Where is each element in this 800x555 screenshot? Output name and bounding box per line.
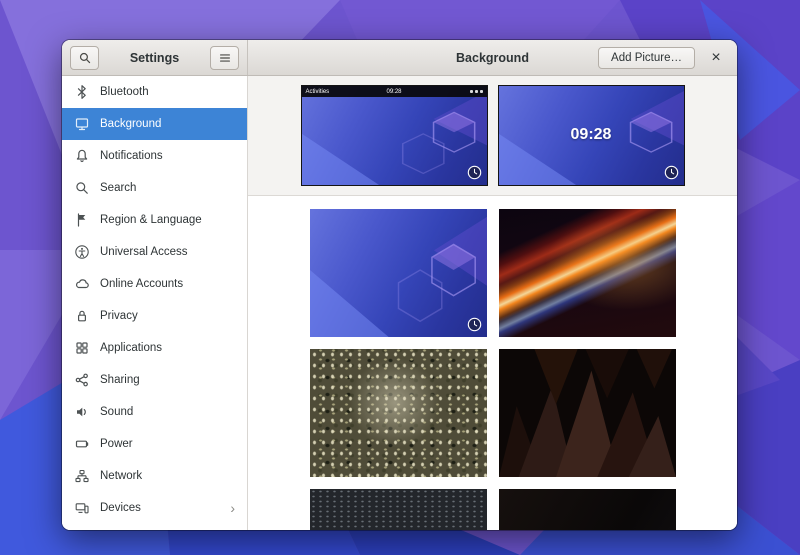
sidebar-item-privacy[interactable]: Privacy bbox=[62, 300, 247, 332]
universal-access-icon bbox=[74, 244, 90, 260]
sidebar-item-label: Background bbox=[100, 118, 235, 130]
sidebar-item-label: Notifications bbox=[100, 150, 235, 162]
headerbar-sidebar-section: Settings bbox=[62, 40, 248, 75]
notifications-bell-icon bbox=[74, 148, 90, 164]
current-previews-section: Activities 09:28 bbox=[248, 76, 737, 196]
sidebar-item-bluetooth[interactable]: Bluetooth bbox=[62, 76, 247, 108]
sidebar-item-label: Region & Language bbox=[100, 214, 235, 226]
window-title: Settings bbox=[105, 51, 204, 65]
sidebar-item-label: Sharing bbox=[100, 374, 235, 386]
add-picture-button[interactable]: Add Picture… bbox=[598, 47, 695, 69]
clock-badge-icon bbox=[664, 165, 679, 180]
applications-grid-icon bbox=[74, 340, 90, 356]
wallpaper-thumb-dark-leaves[interactable] bbox=[499, 349, 676, 477]
hamburger-menu-icon bbox=[218, 51, 232, 65]
speaker-icon bbox=[74, 404, 90, 420]
close-button[interactable]: × bbox=[705, 47, 727, 69]
sidebar-item-sound[interactable]: Sound bbox=[62, 396, 247, 428]
flag-icon bbox=[74, 212, 90, 228]
sidebar-item-notifications[interactable]: Notifications bbox=[62, 140, 247, 172]
sidebar-item-online-accounts[interactable]: Online Accounts bbox=[62, 268, 247, 300]
sidebar-item-applications[interactable]: Applications bbox=[62, 332, 247, 364]
desktop-background-preview[interactable]: Activities 09:28 bbox=[301, 85, 488, 186]
devices-icon bbox=[74, 500, 90, 516]
search-toggle-button[interactable] bbox=[70, 46, 99, 70]
headerbar-content-section: Background Add Picture… × bbox=[248, 40, 737, 75]
search-icon bbox=[74, 180, 90, 196]
wallpaper-thumb-aerial-forest[interactable] bbox=[310, 349, 487, 477]
headerbar-search-icon bbox=[78, 51, 92, 65]
lock-screen-preview[interactable]: 09:28 bbox=[498, 85, 685, 186]
settings-window: Settings Background Add Picture… × Bluet… bbox=[62, 40, 737, 530]
wallpaper-grid bbox=[248, 196, 737, 530]
wallpaper-thumb-orange-streaks[interactable] bbox=[499, 209, 676, 337]
lock-icon bbox=[74, 308, 90, 324]
wallpaper-thumb-dark-dotted[interactable] bbox=[310, 489, 487, 530]
sidebar-item-label: Network bbox=[100, 470, 235, 482]
share-icon bbox=[74, 372, 90, 388]
sidebar-item-label: Online Accounts bbox=[100, 278, 235, 290]
sidebar-item-region-language[interactable]: Region & Language bbox=[62, 204, 247, 236]
network-icon bbox=[74, 468, 90, 484]
background-panel: Activities 09:28 bbox=[248, 76, 737, 530]
preview-topbar-clock: 09:28 bbox=[302, 89, 487, 95]
cloud-icon bbox=[74, 276, 90, 292]
sidebar-item-label: Universal Access bbox=[100, 246, 235, 258]
sidebar-item-label: Devices bbox=[100, 502, 220, 514]
sidebar-item-label: Search bbox=[100, 182, 235, 194]
lock-screen-clock: 09:28 bbox=[499, 126, 684, 144]
sidebar-item-network[interactable]: Network bbox=[62, 460, 247, 492]
window-body: Bluetooth Background Notifications Searc… bbox=[62, 76, 737, 530]
sidebar-item-devices[interactable]: Devices › bbox=[62, 492, 247, 524]
sidebar-item-background[interactable]: Background bbox=[62, 108, 247, 140]
clock-badge-icon bbox=[467, 165, 482, 180]
sidebar-item-universal-access[interactable]: Universal Access bbox=[62, 236, 247, 268]
sidebar-item-label: Power bbox=[100, 438, 235, 450]
sidebar-item-label: Privacy bbox=[100, 310, 235, 322]
sidebar-item-search[interactable]: Search bbox=[62, 172, 247, 204]
preview-top-bar: Activities 09:28 bbox=[302, 86, 487, 97]
sidebar-item-power[interactable]: Power bbox=[62, 428, 247, 460]
clock-badge-icon bbox=[467, 317, 482, 332]
blue-geometric-wallpaper bbox=[302, 86, 487, 185]
preview-status-icons bbox=[470, 90, 483, 93]
chevron-right-icon: › bbox=[230, 501, 235, 515]
sidebar-item-sharing[interactable]: Sharing bbox=[62, 364, 247, 396]
sidebar-item-label: Applications bbox=[100, 342, 235, 354]
headerbar: Settings Background Add Picture… × bbox=[62, 40, 737, 76]
primary-menu-button[interactable] bbox=[210, 46, 239, 70]
wallpaper-thumb-blue-geometric[interactable] bbox=[310, 209, 487, 337]
sidebar-item-label: Sound bbox=[100, 406, 235, 418]
background-icon bbox=[74, 116, 90, 132]
sidebar: Bluetooth Background Notifications Searc… bbox=[62, 76, 248, 530]
battery-icon bbox=[74, 436, 90, 452]
bluetooth-icon bbox=[74, 84, 90, 100]
sidebar-item-label: Bluetooth bbox=[100, 86, 235, 98]
wallpaper-thumb-dark-texture[interactable] bbox=[499, 489, 676, 530]
